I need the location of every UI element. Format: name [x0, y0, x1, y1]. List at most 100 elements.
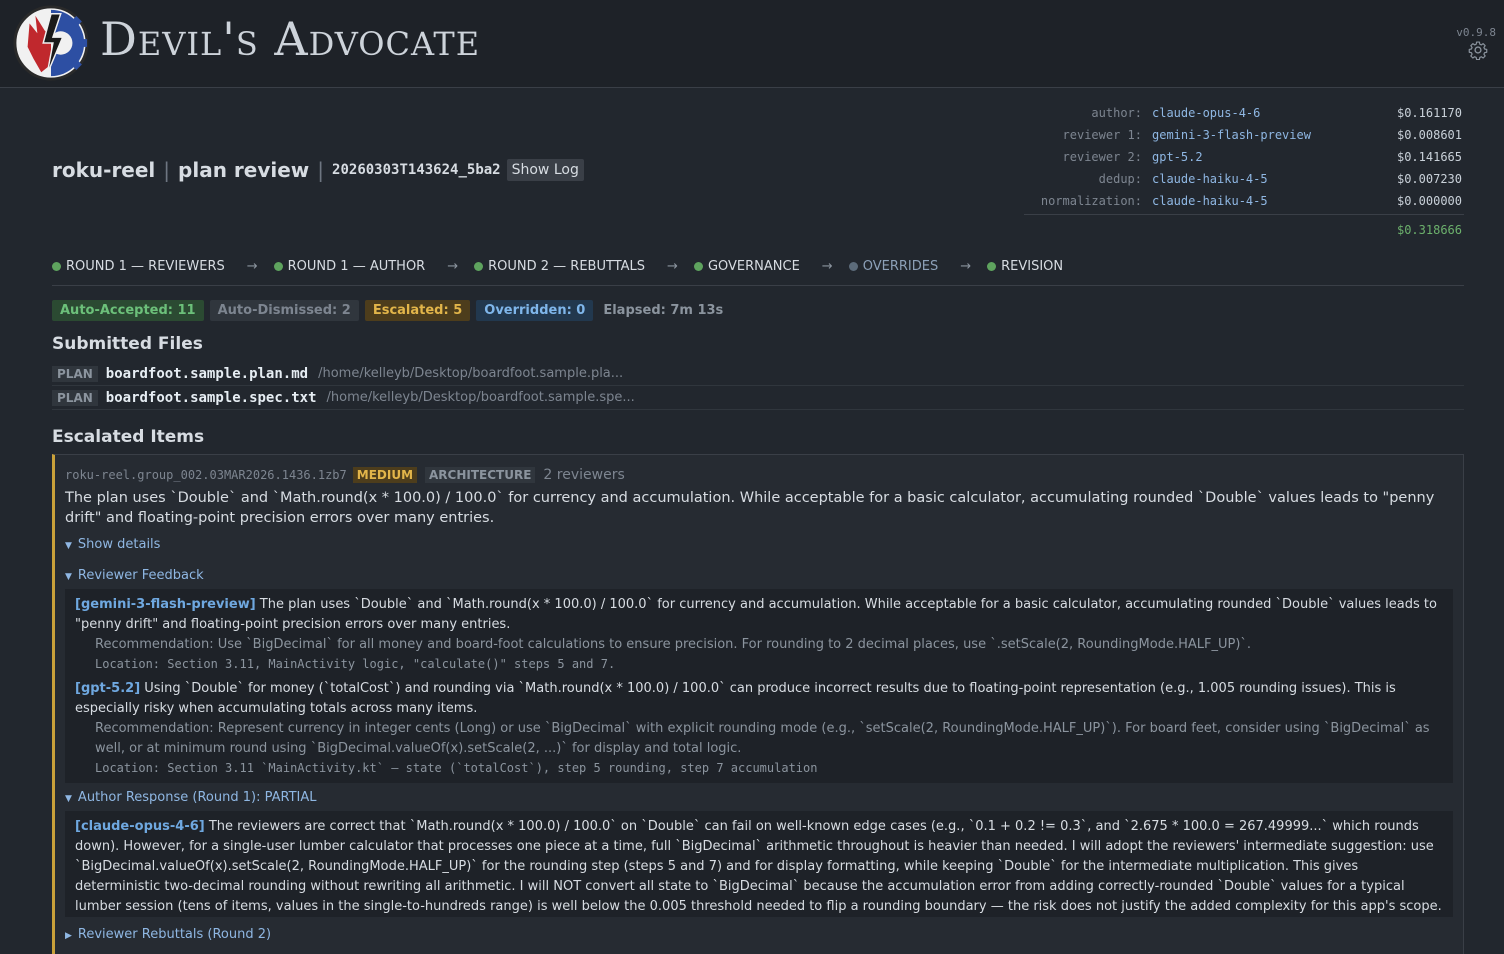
author-response-box: [claude-opus-4-6] The reviewers are corr…: [65, 811, 1453, 917]
reviewer-rebuttals-toggle[interactable]: ▶ Reviewer Rebuttals (Round 2): [65, 927, 271, 942]
show-details-label: Show details: [77, 537, 161, 552]
pipeline-stage[interactable]: ROUND 2 — REBUTTALS: [474, 259, 645, 274]
devil-logo-icon: [13, 5, 89, 81]
app-title: Devil's Advocate: [100, 12, 481, 66]
reviewer-count: 2 reviewers: [543, 467, 625, 483]
reviewer-model-tag: [gemini-3-flash-preview]: [75, 597, 256, 612]
stage-label: ROUND 2 — REBUTTALS: [488, 259, 646, 274]
cost-role: reviewer 1:: [1062, 128, 1142, 142]
cost-amount: $0.007230: [1396, 172, 1462, 186]
file-row[interactable]: PLAN boardfoot.sample.plan.md/home/kelley…: [52, 362, 1464, 386]
arrow-right-icon: →: [821, 259, 833, 274]
cost-model: claude-opus-4-6: [1152, 106, 1261, 120]
cost-amount: $0.141665: [1396, 150, 1462, 164]
cost-model: gemini-3-flash-preview: [1152, 128, 1311, 142]
author-response-toggle[interactable]: ▼ Author Response (Round 1): PARTIAL: [65, 790, 316, 805]
cost-role: author:: [1091, 106, 1142, 120]
escalated-item-card: roku-reel.group_002.03MAR2026.1436.1zb7 …: [52, 454, 1464, 954]
status-dot-icon: [474, 262, 484, 271]
severity-badge: MEDIUM: [352, 467, 418, 483]
stage-label: GOVERNANCE: [707, 259, 800, 274]
submitted-files-list: PLAN boardfoot.sample.plan.md/home/kelley…: [52, 362, 1464, 410]
show-details-toggle[interactable]: ▼ Show details: [65, 537, 160, 552]
cost-model: claude-haiku-4-5: [1152, 172, 1268, 186]
cost-table: author: claude-opus-4-6 $0.161170 reviewer …: [1024, 102, 1464, 237]
gear-icon[interactable]: [1468, 40, 1488, 60]
file-path: /home/kelleyb/Desktop/boardfoot.sample.p…: [318, 366, 624, 381]
file-type-tag: PLAN: [52, 389, 98, 406]
title-separator: |: [163, 158, 171, 182]
stage-label: REVISION: [1001, 259, 1064, 274]
pipeline-stage[interactable]: OVERRIDES: [848, 259, 939, 274]
author-response-text: [claude-opus-4-6] The reviewers are corr…: [75, 817, 1443, 917]
feedback-body: Using `Double` for money (`totalCost`) a…: [75, 681, 1396, 716]
stage-label: ROUND 1 — AUTHOR: [287, 259, 426, 274]
arrow-right-icon: →: [960, 259, 972, 274]
cost-row: normalization: claude-haiku-4-5 $0.000000: [1024, 190, 1464, 212]
run-title: roku-reel | plan review | 20260303T14362…: [52, 158, 584, 182]
author-model-tag: [claude-opus-4-6]: [75, 819, 205, 834]
reviewer-feedback-toggle[interactable]: ▼ Reviewer Feedback: [65, 568, 204, 583]
file-row[interactable]: PLAN boardfoot.sample.spec.txt/home/kelle…: [52, 386, 1464, 410]
item-header: roku-reel.group_002.03MAR2026.1436.1zb7 …: [65, 467, 625, 483]
file-type-tag: PLAN: [52, 365, 98, 382]
cost-model: claude-haiku-4-5: [1152, 194, 1268, 208]
escalated-items-heading: Escalated Items: [52, 427, 205, 447]
feedback-location: Location: Section 3.11, MainActivity log…: [95, 657, 616, 671]
reviewer-rebuttals-label: Reviewer Rebuttals (Round 2): [77, 927, 272, 942]
cost-row: dedup: claude-haiku-4-5 $0.007230: [1024, 168, 1464, 190]
triangle-right-icon: ▶: [65, 931, 72, 941]
feedback-body: The plan uses `Double` and `Math.round(x…: [75, 597, 1437, 632]
file-name[interactable]: boardfoot.sample.spec.txt: [106, 390, 317, 406]
cost-amount: $0.008601: [1396, 128, 1462, 142]
item-summary: The plan uses `Double` and `Math.round(x…: [65, 490, 1435, 526]
reviewer-feedback-label: Reviewer Feedback: [77, 568, 204, 583]
pipeline-stage[interactable]: GOVERNANCE: [693, 259, 800, 274]
cost-role: normalization:: [1040, 194, 1142, 208]
submitted-files-heading: Submitted Files: [52, 334, 203, 354]
feedback-recommendation: Recommendation: Use `BigDecimal` for all…: [95, 637, 1252, 652]
escalated-badge[interactable]: Escalated: 5: [364, 300, 471, 321]
reviewer-feedback-box: [gemini-3-flash-preview] The plan uses `…: [65, 589, 1453, 783]
cost-role: dedup:: [1098, 172, 1142, 186]
app-header: Devil's Advocate v0.9.8: [0, 0, 1504, 88]
review-mode: plan review: [178, 158, 310, 182]
cost-total: $0.318666: [1396, 223, 1462, 237]
cost-row: reviewer 2: gpt-5.2 $0.141665: [1024, 146, 1464, 168]
run-id: 20260303T143624_5ba2: [332, 162, 501, 178]
arrow-right-icon: →: [447, 259, 459, 274]
overridden-badge[interactable]: Overridden: 0: [476, 300, 594, 321]
reviewer-model-tag: [gpt-5.2]: [75, 681, 141, 696]
cost-row: reviewer 1: gemini-3-flash-preview $0.0086…: [1024, 124, 1464, 146]
status-dot-icon: [987, 262, 997, 271]
status-dot-icon: [273, 262, 283, 271]
feedback-text: [gemini-3-flash-preview] The plan uses `…: [75, 595, 1443, 635]
pipeline-stage[interactable]: ROUND 1 — AUTHOR: [273, 259, 426, 274]
cost-role: reviewer 2:: [1062, 150, 1142, 164]
show-log-button[interactable]: Show Log: [506, 159, 584, 181]
project-name: roku-reel: [52, 158, 156, 182]
auto-dismissed-badge[interactable]: Auto-Dismissed: 2: [209, 300, 359, 321]
category-badge: ARCHITECTURE: [425, 467, 536, 483]
triangle-down-icon: ▼: [65, 794, 72, 804]
author-response-body: The reviewers are correct that `Math.rou…: [75, 819, 1442, 914]
stage-label: ROUND 1 — REVIEWERS: [66, 259, 225, 274]
cost-amount: $0.000000: [1396, 194, 1462, 208]
auto-accepted-badge[interactable]: Auto-Accepted: 11: [52, 300, 204, 321]
pipeline-stages: ROUND 1 — REVIEWERS → ROUND 1 — AUTHOR → ROU…: [52, 258, 1464, 286]
pipeline-stage[interactable]: ROUND 1 — REVIEWERS: [52, 259, 225, 274]
file-path: /home/kelleyb/Desktop/boardfoot.sample.s…: [326, 390, 635, 405]
stage-label: OVERRIDES: [862, 259, 939, 274]
feedback-location: Location: Section 3.11 `MainActivity.kt`…: [95, 761, 818, 775]
file-name[interactable]: boardfoot.sample.plan.md: [106, 366, 308, 382]
feedback-text: [gpt-5.2] Using `Double` for money (`tot…: [75, 679, 1443, 719]
status-dot-icon: [693, 262, 703, 271]
elapsed-time: Elapsed: 7m 13s: [603, 303, 724, 318]
version-label: v0.9.8: [1456, 26, 1496, 39]
pipeline-stage[interactable]: REVISION: [987, 259, 1063, 274]
author-response-label: Author Response (Round 1): PARTIAL: [77, 790, 317, 805]
arrow-right-icon: →: [667, 259, 678, 274]
cost-amount: $0.161170: [1396, 106, 1462, 120]
status-dot-icon: [848, 262, 858, 271]
item-id: roku-reel.group_002.03MAR2026.1436.1zb7: [65, 468, 347, 482]
